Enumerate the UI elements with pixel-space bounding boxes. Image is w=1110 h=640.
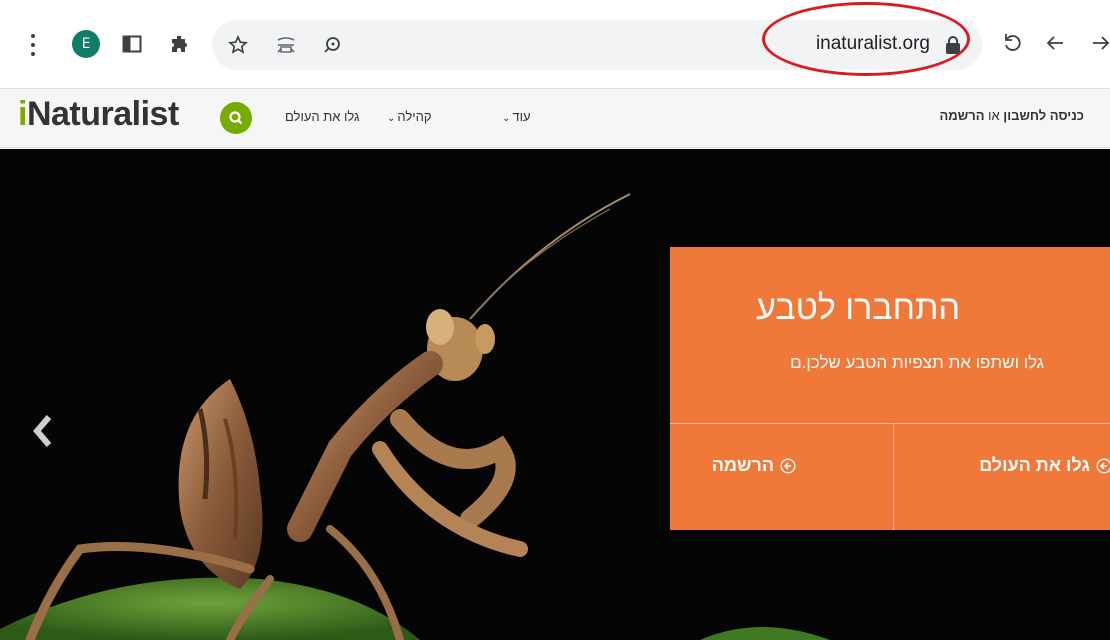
or-text: או: [988, 108, 1000, 123]
join-promo-panel: התחברו לטבע גלו ושתפו את תצפיות הטבע שלכ…: [670, 247, 1110, 530]
divider: [893, 423, 894, 530]
divider: [670, 423, 1110, 424]
sidebar-icon[interactable]: [118, 30, 146, 58]
star-icon[interactable]: [224, 31, 252, 59]
extensions-icon[interactable]: [166, 30, 194, 58]
url-highlight-annotation: [762, 2, 970, 76]
site-header: iNaturalist גלו את העולם קהילה⌄ עוד⌄ כני…: [0, 88, 1110, 148]
inaturalist-logo[interactable]: iNaturalist: [18, 95, 179, 134]
nav-explore[interactable]: גלו את העולם: [285, 109, 360, 124]
lens-icon[interactable]: [318, 31, 346, 59]
explore-button[interactable]: גלו את העולם: [979, 455, 1110, 476]
signup-button[interactable]: הרשמה: [712, 455, 796, 476]
login-area: כניסה לחשבון או הרשמה: [940, 108, 1084, 123]
promo-title: התחברו לטבע: [756, 289, 960, 327]
cast-icon[interactable]: [272, 31, 300, 59]
explore-button-label: גלו את העולם: [979, 455, 1090, 475]
search-button[interactable]: [220, 102, 252, 134]
nav-more-label: עוד: [512, 109, 531, 124]
promo-subtitle: גלו ושתפו את תצפיות הטבע שלכן.ם: [790, 353, 1044, 372]
nav-community[interactable]: קהילה⌄: [387, 109, 432, 124]
login-link[interactable]: כניסה לחשבון: [1003, 108, 1084, 123]
chevron-left-icon: [33, 415, 52, 447]
forward-icon[interactable]: [1086, 28, 1110, 58]
signup-button-label: הרשמה: [711, 455, 774, 475]
arrow-circle-icon: [1096, 458, 1110, 473]
browser-toolbar: E inaturalist.org: [0, 0, 1110, 88]
chevron-down-icon: ⌄: [387, 113, 396, 124]
chevron-down-icon: ⌄: [502, 113, 511, 124]
menu-icon[interactable]: [30, 34, 36, 56]
nav-community-label: קהילה: [397, 109, 432, 124]
back-icon[interactable]: [1040, 28, 1070, 58]
nav-more[interactable]: עוד⌄: [502, 109, 531, 124]
profile-avatar[interactable]: E: [72, 30, 100, 58]
hero-banner: התחברו לטבע גלו ושתפו את תצפיות הטבע שלכ…: [0, 149, 1110, 640]
search-icon: [229, 111, 243, 125]
arrow-circle-icon: [780, 457, 796, 474]
reload-icon[interactable]: [998, 28, 1028, 58]
carousel-prev-button[interactable]: [28, 411, 58, 451]
signup-link[interactable]: הרשמה: [940, 108, 985, 123]
